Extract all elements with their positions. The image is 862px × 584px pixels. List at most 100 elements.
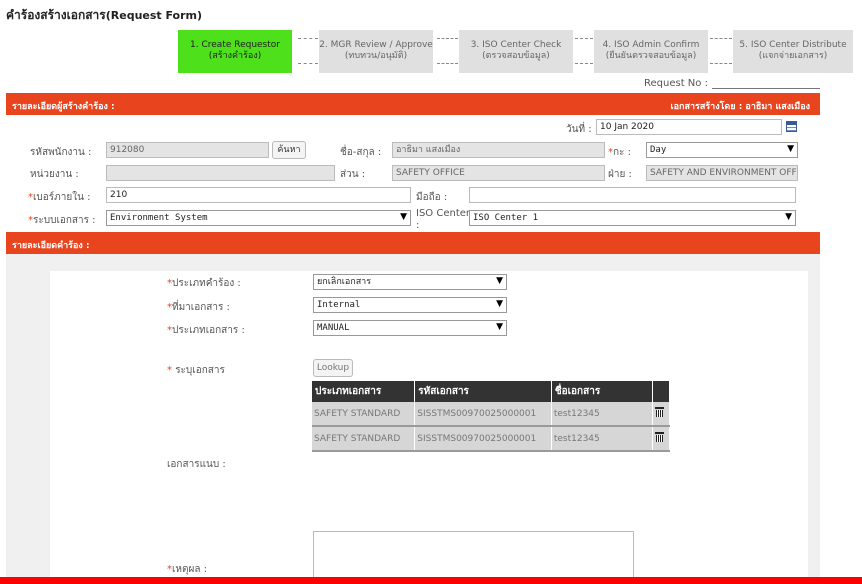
reason-label: เหตุผล : bbox=[172, 564, 208, 575]
page-title-thai: คำร้องสร้างเอกสาร bbox=[6, 8, 106, 22]
specify-doc-label-wrap: * ระบุเอกสาร bbox=[167, 363, 225, 378]
doc-system-select[interactable]: Environment System ▼ bbox=[106, 210, 411, 226]
dept-label: ฝ่าย : bbox=[608, 169, 632, 180]
table-row: SAFETY STANDARD SISSTMS00970025000001 te… bbox=[312, 402, 670, 427]
date-input[interactable]: 10 Jan 2020 bbox=[596, 119, 782, 135]
shift-select-value: Day bbox=[650, 145, 667, 155]
iso-center-value: ISO Center 1 bbox=[473, 213, 539, 223]
emp-code-input[interactable]: 912080 bbox=[106, 142, 269, 158]
reason-textarea[interactable] bbox=[313, 531, 634, 581]
shift-label-wrap: *กะ : bbox=[608, 145, 631, 160]
trash-icon[interactable] bbox=[655, 407, 665, 417]
ext-input[interactable]: 210 bbox=[106, 187, 411, 203]
date-label: วันที่ : bbox=[566, 124, 592, 135]
name-input[interactable]: อาธิมา แสงเมือง bbox=[392, 142, 605, 158]
step-connector bbox=[575, 38, 593, 64]
step-sublabel: (ตรวจสอบข้อมูล) bbox=[482, 51, 550, 61]
doc-type-label-wrap: *ประเภทเอกสาร : bbox=[167, 323, 245, 338]
shift-select[interactable]: Day ▼ bbox=[646, 142, 798, 158]
chevron-down-icon: ▼ bbox=[785, 212, 792, 222]
table-header-row: ประเภทเอกสาร รหัสเอกสาร ชื่อเอกสาร bbox=[312, 381, 670, 402]
request-no-label: Request No : bbox=[644, 78, 708, 89]
cell-action bbox=[652, 426, 670, 452]
system-label: ระบบเอกสาร : bbox=[33, 215, 96, 226]
step-sublabel: (ทบทวน/อนุมัติ) bbox=[344, 51, 408, 61]
system-label-wrap: *ระบบเอกสาร : bbox=[28, 213, 96, 228]
iso-center-label: ISO Center bbox=[416, 208, 471, 219]
col-doc-name: ชื่อเอกสาร bbox=[551, 381, 654, 402]
calendar-icon[interactable] bbox=[786, 121, 797, 132]
step-connector bbox=[437, 38, 458, 64]
doc-system-value: Environment System bbox=[110, 213, 208, 223]
shift-label: กะ : bbox=[613, 147, 631, 158]
section-title: รายละเอียดผู้สร้างคำร้อง : bbox=[12, 102, 115, 112]
doc-type-select[interactable]: MANUAL ▼ bbox=[313, 320, 507, 336]
attachment-label: เอกสารแนบ : bbox=[167, 459, 226, 470]
section-input[interactable]: SAFETY OFFICE bbox=[392, 165, 605, 181]
section-requestor-header: รายละเอียดผู้สร้างคำร้อง : เอกสารสร้างโด… bbox=[6, 93, 820, 115]
col-doc-code: รหัสเอกสาร bbox=[414, 381, 552, 402]
step-label: 3. ISO Center Check bbox=[470, 40, 562, 50]
unit-label: หน่วยงาน : bbox=[30, 169, 79, 180]
chevron-down-icon: ▼ bbox=[496, 299, 503, 309]
page-title: คำร้องสร้างเอกสาร(Request Form) bbox=[6, 6, 202, 25]
trash-icon[interactable] bbox=[655, 432, 665, 442]
step-connector bbox=[298, 38, 318, 64]
reason-label-wrap: *เหตุผล : bbox=[167, 562, 207, 577]
step-sublabel: (สร้างคำร้อง) bbox=[208, 51, 262, 61]
request-type-select[interactable]: ยกเลิกเอกสาร ▼ bbox=[313, 274, 507, 290]
mobile-input[interactable] bbox=[469, 187, 796, 203]
request-type-label-wrap: *ประเภทคำร้อง : bbox=[167, 276, 241, 291]
unit-input[interactable] bbox=[106, 165, 335, 181]
ext-label: เบอร์ภายใน : bbox=[33, 192, 91, 203]
request-type-label: ประเภทคำร้อง : bbox=[172, 278, 241, 289]
cell-doc-code: SISSTMS00970025000001 bbox=[414, 426, 552, 452]
cell-doc-type: SAFETY STANDARD bbox=[312, 426, 416, 452]
step-label: 1. Create Requestor bbox=[190, 40, 280, 50]
col-doc-type: ประเภทเอกสาร bbox=[312, 381, 416, 402]
step-sublabel: (ยืนยันตรวจสอบข้อมูล) bbox=[605, 51, 697, 61]
cell-doc-name: test12345 bbox=[551, 402, 654, 427]
section-request-header: รายละเอียดคำร้อง : bbox=[6, 232, 820, 254]
chevron-down-icon: ▼ bbox=[496, 322, 503, 332]
step-label: 4. ISO Admin Confirm bbox=[602, 40, 700, 50]
step-label: 2. MGR Review / Approve bbox=[319, 40, 433, 50]
doc-origin-label-wrap: *ที่มาเอกสาร : bbox=[167, 300, 230, 315]
emp-code-label: รหัสพนักงาน : bbox=[30, 147, 92, 158]
doc-type-label: ประเภทเอกสาร : bbox=[172, 325, 245, 336]
created-by-text: เอกสารสร้างโดย : อาธิมา แสงเมือง bbox=[670, 102, 810, 112]
page-title-sub: (Request Form) bbox=[105, 9, 203, 22]
step-iso-admin-confirm: 4. ISO Admin Confirm (ยืนยันตรวจสอบข้อมู… bbox=[594, 30, 708, 73]
doc-type-value: MANUAL bbox=[317, 323, 350, 333]
table-row: SAFETY STANDARD SISSTMS00970025000001 te… bbox=[312, 426, 670, 452]
name-label: ชื่อ-สกุล : bbox=[340, 147, 382, 158]
ext-label-wrap: *เบอร์ภายใน : bbox=[28, 190, 90, 205]
search-button[interactable]: ค้นหา bbox=[272, 141, 306, 159]
specify-doc-label: ระบุเอกสาร bbox=[175, 365, 225, 376]
cell-action bbox=[652, 402, 670, 427]
documents-table: ประเภทเอกสาร รหัสเอกสาร ชื่อเอกสาร SAFET… bbox=[312, 381, 670, 452]
dept-input[interactable]: SAFETY AND ENVIRONMENT OFFICE bbox=[646, 165, 798, 181]
step-create-requestor: 1. Create Requestor (สร้างคำร้อง) bbox=[178, 30, 292, 73]
iso-center-colon: : bbox=[416, 220, 420, 231]
chevron-down-icon: ▼ bbox=[496, 276, 503, 286]
step-label: 5. ISO Center Distribute bbox=[739, 40, 847, 50]
cell-doc-type: SAFETY STANDARD bbox=[312, 402, 416, 427]
step-mgr-review: 2. MGR Review / Approve (ทบทวน/อนุมัติ) bbox=[319, 30, 433, 73]
doc-origin-select[interactable]: Internal ▼ bbox=[313, 297, 507, 313]
step-iso-center-check: 3. ISO Center Check (ตรวจสอบข้อมูล) bbox=[459, 30, 573, 73]
step-sublabel: (แจกจ่ายเอกสาร) bbox=[758, 51, 828, 61]
step-iso-center-distribute: 5. ISO Center Distribute (แจกจ่ายเอกสาร) bbox=[733, 30, 853, 73]
request-no-value bbox=[712, 88, 820, 89]
doc-origin-value: Internal bbox=[317, 300, 361, 310]
section-label: ส่วน : bbox=[340, 169, 366, 180]
mobile-label: มือถือ : bbox=[416, 192, 448, 203]
required-mark: * bbox=[167, 365, 172, 376]
request-type-value: ยกเลิกเอกสาร bbox=[317, 277, 372, 287]
iso-center-select[interactable]: ISO Center 1 ▼ bbox=[469, 210, 796, 226]
step-connector bbox=[710, 38, 732, 64]
section-title: รายละเอียดคำร้อง : bbox=[12, 241, 90, 251]
chevron-down-icon: ▼ bbox=[787, 144, 794, 154]
lookup-button[interactable]: Lookup bbox=[313, 359, 353, 377]
doc-origin-label: ที่มาเอกสาร : bbox=[172, 302, 230, 313]
